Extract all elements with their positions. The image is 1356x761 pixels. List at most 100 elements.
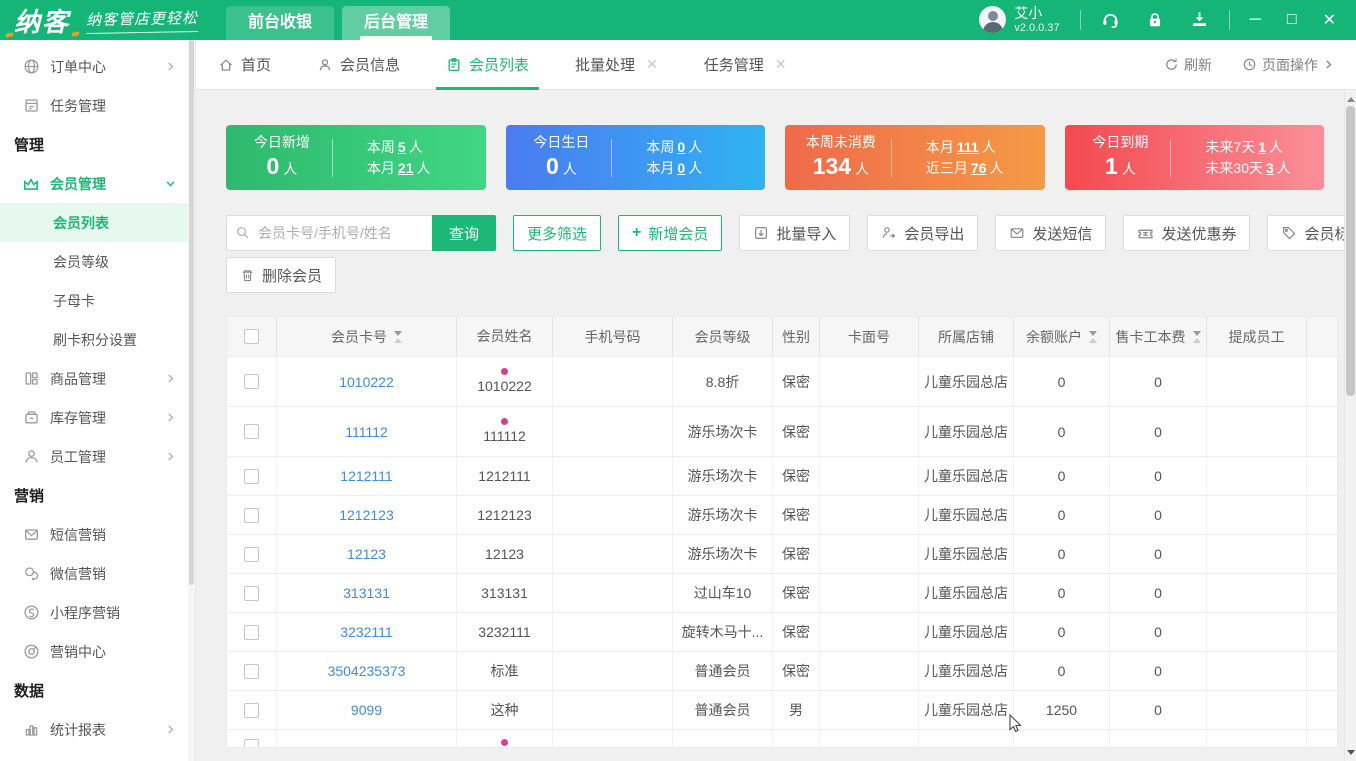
member-dot bbox=[501, 418, 508, 425]
refresh-button[interactable]: 刷新 bbox=[1164, 55, 1212, 75]
more-filter-button[interactable]: 更多筛选 bbox=[513, 215, 602, 251]
download-icon[interactable] bbox=[1190, 10, 1209, 29]
row-checkbox[interactable] bbox=[244, 739, 259, 747]
sidebar-item-staff[interactable]: 员工管理 bbox=[0, 437, 195, 476]
app-logo: 纳客 bbox=[5, 2, 80, 39]
sidebar-item-goods[interactable]: 商品管理 bbox=[0, 359, 195, 398]
sidebar-item-inventory[interactable]: 库存管理 bbox=[0, 398, 195, 437]
table-row: 12123 12123 游乐场次卡 保密 儿童乐园总店 0 0 bbox=[227, 534, 1337, 573]
row-checkbox[interactable] bbox=[244, 546, 259, 562]
stat-card-expire-today: 今日到期 1人 未来7天 1 人 未来30天 3 人 bbox=[1064, 125, 1324, 190]
row-checkbox[interactable] bbox=[244, 507, 259, 523]
main-scrollbar-thumb[interactable] bbox=[1346, 106, 1355, 396]
sidebar-item-orders[interactable]: 订单中心 bbox=[0, 47, 195, 86]
support-headset-icon[interactable] bbox=[1101, 10, 1120, 29]
tab-member-list[interactable]: 会员列表 bbox=[436, 40, 540, 90]
send-sms-button[interactable]: 发送短信 bbox=[995, 215, 1107, 251]
member-dot bbox=[501, 739, 508, 746]
sidebar-item-member-list[interactable]: 会员列表 bbox=[0, 203, 195, 242]
card-fee: 0 bbox=[1110, 535, 1207, 573]
balance-account: 0 bbox=[1014, 652, 1110, 690]
search-input[interactable] bbox=[226, 215, 432, 251]
sidebar-item-tasks[interactable]: 任务管理 bbox=[0, 86, 195, 125]
member-card-link[interactable]: 3504235373 bbox=[328, 663, 406, 679]
member-level bbox=[673, 730, 773, 747]
card-face-number bbox=[820, 496, 919, 534]
send-coupon-button[interactable]: 发送优惠券 bbox=[1123, 215, 1251, 251]
table-body: 1010222 1010222 8.8折 保密 儿童乐园总店 0 0 11111… bbox=[227, 356, 1337, 747]
batch-import-button[interactable]: 批量导入 bbox=[739, 215, 851, 251]
scroll-down-arrow[interactable] bbox=[1345, 745, 1356, 759]
card-face-number bbox=[820, 613, 919, 651]
minimize-button[interactable]: ─ bbox=[1250, 11, 1261, 29]
tab-task-management[interactable]: 任务管理 ✕ bbox=[704, 40, 787, 90]
person-icon bbox=[317, 57, 333, 73]
close-tab-icon[interactable]: ✕ bbox=[646, 56, 658, 73]
member-card-link[interactable]: 12123 bbox=[347, 546, 386, 562]
search-button[interactable]: 查询 bbox=[432, 215, 497, 251]
member-name: 12123 bbox=[485, 545, 524, 562]
member-shop bbox=[919, 730, 1014, 747]
row-checkbox[interactable] bbox=[244, 663, 259, 679]
sidebar-item-data-analysis[interactable]: 数据分析 bbox=[0, 749, 195, 761]
member-card-link[interactable]: 1212111 bbox=[340, 468, 392, 484]
plus-icon: + bbox=[632, 224, 642, 241]
maximize-button[interactable]: □ bbox=[1287, 11, 1297, 29]
row-checkbox[interactable] bbox=[244, 374, 259, 389]
sidebar-item-wechat-marketing[interactable]: 微信营销 bbox=[0, 554, 195, 593]
member-card-link[interactable]: 3232111 bbox=[340, 624, 392, 640]
close-button[interactable]: ✕ bbox=[1323, 10, 1336, 30]
user-block[interactable]: 艾小 v2.0.0.37 bbox=[979, 5, 1060, 34]
row-checkbox[interactable] bbox=[244, 424, 259, 439]
sidebar: 订单中心 任务管理 管理 会员管理 会员列表 会员等级 子母卡 刷卡积分设置 商… bbox=[0, 40, 196, 761]
card-face-number bbox=[820, 574, 919, 612]
sidebar-item-sms-marketing[interactable]: 短信营销 bbox=[0, 515, 195, 554]
member-card-link[interactable]: 1010222 bbox=[339, 374, 394, 390]
export-member-button[interactable]: 会员导出 bbox=[867, 215, 979, 251]
member-tag-button[interactable]: 会员标签 bbox=[1267, 215, 1356, 251]
sidebar-scrollbar-thumb[interactable] bbox=[189, 40, 194, 585]
sidebar-item-marketing-center[interactable]: 营销中心 bbox=[0, 632, 195, 671]
sidebar-item-miniprogram-marketing[interactable]: 小程序营销 bbox=[0, 593, 195, 632]
tab-member-info[interactable]: 会员信息 bbox=[317, 40, 400, 90]
sidebar-item-member-level[interactable]: 会员等级 bbox=[0, 242, 195, 281]
sidebar-item-sub-card[interactable]: 子母卡 bbox=[0, 281, 195, 320]
tab-bar: 首页 会员信息 会员列表 批量处理 ✕ 任务管理 ✕ 刷新 页面操作 bbox=[196, 40, 1356, 90]
sort-balance[interactable] bbox=[1089, 330, 1097, 343]
tab-batch-process[interactable]: 批量处理 ✕ bbox=[575, 40, 658, 90]
delete-member-button[interactable]: 删除会员 bbox=[226, 257, 337, 293]
tab-home[interactable]: 首页 bbox=[218, 40, 271, 90]
row-checkbox[interactable] bbox=[244, 468, 259, 484]
row-checkbox[interactable] bbox=[244, 585, 259, 601]
main-scrollbar[interactable] bbox=[1344, 90, 1356, 761]
sort-card-number[interactable] bbox=[394, 330, 402, 343]
member-card-link[interactable]: 313131 bbox=[343, 585, 390, 601]
sidebar-item-member-management[interactable]: 会员管理 bbox=[0, 164, 195, 203]
member-name: 标准 bbox=[490, 662, 519, 679]
sidebar-item-stats-report[interactable]: 统计报表 bbox=[0, 710, 195, 749]
scroll-up-arrow[interactable] bbox=[1345, 92, 1356, 106]
commission-staff bbox=[1207, 496, 1307, 534]
sidebar-item-card-points-setting[interactable]: 刷卡积分设置 bbox=[0, 320, 195, 359]
member-card-link[interactable]: 9099 bbox=[351, 702, 382, 718]
member-shop: 儿童乐园总店 bbox=[919, 574, 1014, 612]
add-member-button[interactable]: + 新增会员 bbox=[618, 215, 723, 251]
nav-front-cashier[interactable]: 前台收银 bbox=[226, 6, 335, 40]
goods-icon bbox=[22, 370, 40, 387]
lock-icon[interactable] bbox=[1146, 11, 1164, 29]
envelope-icon bbox=[22, 526, 40, 543]
member-card-link[interactable]: 1212123 bbox=[339, 507, 394, 523]
member-gender: 保密 bbox=[773, 574, 820, 612]
member-gender: 男 bbox=[773, 691, 820, 729]
commission-staff bbox=[1207, 535, 1307, 573]
row-checkbox[interactable] bbox=[244, 702, 259, 718]
select-all-checkbox[interactable] bbox=[244, 329, 259, 344]
sidebar-scrollbar[interactable] bbox=[188, 40, 195, 761]
member-card-link[interactable]: 111112 bbox=[345, 424, 388, 440]
nav-backend-admin[interactable]: 后台管理 bbox=[342, 6, 451, 40]
sort-card-fee[interactable] bbox=[1192, 330, 1201, 343]
close-tab-icon[interactable]: ✕ bbox=[775, 56, 787, 73]
row-checkbox[interactable] bbox=[244, 624, 259, 640]
card-face-number bbox=[820, 652, 919, 690]
page-operations-button[interactable]: 页面操作 bbox=[1242, 55, 1334, 75]
